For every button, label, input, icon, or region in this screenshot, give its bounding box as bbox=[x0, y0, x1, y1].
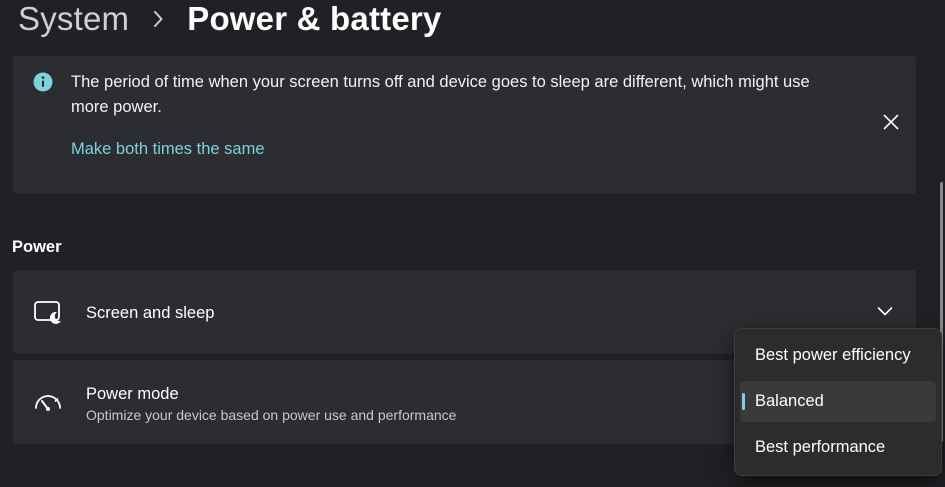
power-mode-option-best-power-efficiency[interactable]: Best power efficiency bbox=[740, 335, 936, 376]
power-mode-title: Power mode bbox=[86, 385, 179, 403]
banner-message: The period of time when your screen turn… bbox=[71, 73, 810, 116]
chevron-right-icon bbox=[149, 10, 167, 28]
make-both-times-same-link[interactable]: Make both times the same bbox=[71, 140, 265, 159]
screen-and-sleep-title: Screen and sleep bbox=[86, 304, 215, 322]
option-label: Balanced bbox=[755, 392, 824, 410]
power-mode-option-balanced[interactable]: Balanced bbox=[740, 381, 936, 422]
power-mode-subtitle: Optimize your device based on power use … bbox=[86, 407, 457, 423]
screen-sleep-icon bbox=[33, 300, 63, 326]
power-mode-dropdown: Best power efficiency Balanced Best perf… bbox=[734, 328, 942, 476]
selection-indicator bbox=[742, 393, 745, 410]
info-icon bbox=[33, 72, 53, 92]
breadcrumb-parent-system[interactable]: System bbox=[18, 0, 129, 38]
speedometer-icon bbox=[33, 390, 63, 416]
breadcrumb: System Power & battery bbox=[18, 0, 441, 44]
option-label: Best power efficiency bbox=[755, 346, 911, 364]
section-heading-power: Power bbox=[12, 238, 62, 256]
option-label: Best performance bbox=[755, 438, 886, 456]
close-icon[interactable] bbox=[879, 110, 903, 134]
power-mode-option-best-performance[interactable]: Best performance bbox=[740, 427, 936, 468]
chevron-down-icon[interactable] bbox=[875, 301, 895, 321]
page-title: Power & battery bbox=[187, 0, 442, 37]
info-banner: The period of time when your screen turn… bbox=[13, 56, 916, 194]
settings-page: System Power & battery The period of tim… bbox=[0, 0, 945, 487]
